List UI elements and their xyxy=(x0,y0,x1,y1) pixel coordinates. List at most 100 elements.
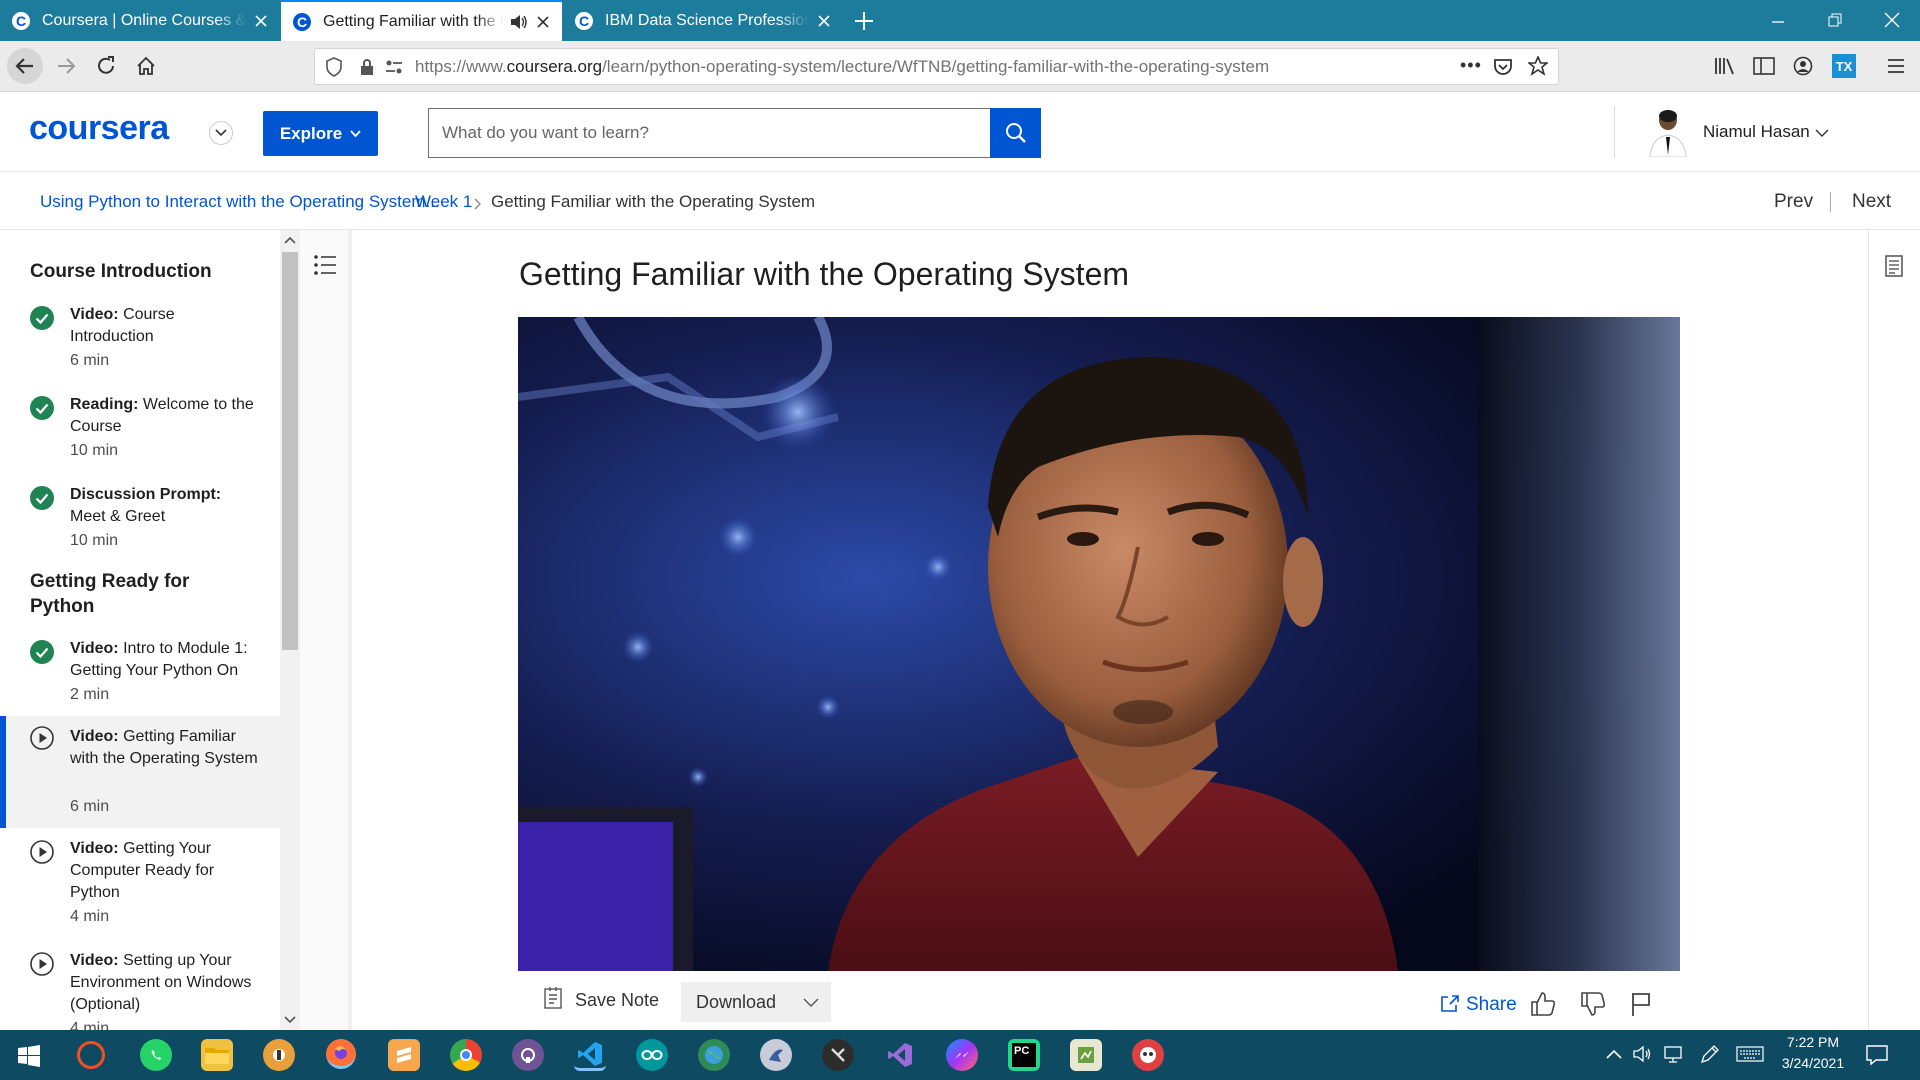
url-domain: coursera.org xyxy=(506,56,603,76)
chevron-down-icon xyxy=(350,129,361,137)
search-button[interactable] xyxy=(990,108,1041,158)
close-tab-icon[interactable] xyxy=(815,12,833,30)
shield-icon[interactable] xyxy=(325,56,349,77)
list-toggle-icon[interactable] xyxy=(313,254,337,276)
content-divider xyxy=(348,230,352,1030)
sidebar-toggle-icon[interactable] xyxy=(1753,56,1775,76)
sidebar-item-computer-ready[interactable]: Video: Getting Your Computer Ready for P… xyxy=(0,838,280,938)
breadcrumb-week-link[interactable]: Week 1 xyxy=(415,192,472,212)
arduino-icon[interactable] xyxy=(636,1039,668,1071)
sidebar-scrollbar-thumb[interactable] xyxy=(282,252,298,650)
new-tab-icon[interactable] xyxy=(852,9,876,33)
app-icon[interactable] xyxy=(822,1039,854,1071)
explore-label: Explore xyxy=(279,123,343,143)
avatar[interactable] xyxy=(1646,107,1690,157)
close-tab-icon[interactable] xyxy=(534,13,552,31)
sidebar-item-intro-module-1[interactable]: Video: Intro to Module 1: Getting Your P… xyxy=(0,638,280,718)
messenger-icon[interactable] xyxy=(946,1039,978,1071)
windows-start-icon[interactable] xyxy=(18,1045,40,1067)
sidebar-item-meet-and-greet[interactable]: Discussion Prompt: Meet & Greet 10 min xyxy=(0,484,280,564)
item-type: Discussion Prompt: xyxy=(70,486,222,503)
hamburger-menu-icon[interactable] xyxy=(1886,56,1906,76)
permissions-icon[interactable] xyxy=(385,59,405,75)
logo-dropdown-chevron-icon[interactable] xyxy=(209,121,233,145)
transcript-icon[interactable] xyxy=(1885,255,1903,277)
item-type: Video: xyxy=(70,952,119,969)
scroll-down-arrow-icon[interactable] xyxy=(284,1016,296,1024)
notifications-icon[interactable] xyxy=(1866,1044,1888,1066)
explore-button[interactable]: Explore xyxy=(263,111,378,156)
prev-link[interactable]: Prev xyxy=(1774,191,1813,213)
download-dropdown[interactable]: Download xyxy=(681,982,831,1022)
network-icon[interactable] xyxy=(1663,1045,1683,1063)
pocket-icon[interactable] xyxy=(1493,57,1513,77)
whatsapp-icon[interactable] xyxy=(140,1039,172,1071)
pen-icon[interactable] xyxy=(1700,1044,1720,1064)
video-player[interactable] xyxy=(518,317,1680,971)
sidebar-item-setup-windows[interactable]: Video: Setting up Your Environment on Wi… xyxy=(0,950,280,1030)
app-icon[interactable] xyxy=(1132,1039,1164,1071)
clock-time[interactable]: 7:22 PM xyxy=(1778,1034,1848,1050)
next-link[interactable]: Next xyxy=(1852,191,1891,213)
bookmark-star-icon[interactable] xyxy=(1528,56,1548,76)
coursera-logo[interactable]: coursera xyxy=(29,109,169,148)
tab-ibm-data-science[interactable]: C IBM Data Science Professional Certific… xyxy=(563,0,843,41)
close-window-icon[interactable] xyxy=(1882,10,1902,30)
prev-next-divider xyxy=(1830,192,1831,212)
search-input[interactable]: What do you want to learn? xyxy=(428,108,992,158)
sidebar-item-getting-familiar[interactable]: Video: Getting Familiar with the Operati… xyxy=(0,716,280,828)
visual-studio-icon[interactable] xyxy=(884,1039,916,1071)
search-taskbar-icon[interactable] xyxy=(77,1041,105,1069)
tab-getting-familiar[interactable]: C Getting Familiar with the Operating Sy… xyxy=(281,0,562,41)
sidebar-item-welcome-reading[interactable]: Reading: Welcome to the Course 10 min xyxy=(0,394,280,474)
item-duration: 4 min xyxy=(70,908,110,925)
user-name[interactable]: Niamul Hasan xyxy=(1703,122,1810,142)
app-icon[interactable] xyxy=(1070,1039,1102,1071)
show-hidden-icons-chevron-icon[interactable] xyxy=(1606,1049,1622,1059)
account-icon[interactable] xyxy=(1793,56,1813,76)
play-circle-icon xyxy=(30,952,54,976)
app-icon[interactable] xyxy=(263,1039,295,1071)
video-toolbar: Save Note Download Share xyxy=(518,975,1680,1030)
url-bar[interactable]: https://www.coursera.org/learn/python-op… xyxy=(314,48,1559,85)
save-note-button[interactable]: Save Note xyxy=(575,990,659,1011)
windows-taskbar: PC 7:22 PM 3/24/2021 xyxy=(0,1030,1920,1080)
section-title-getting-ready: Getting Ready for Python xyxy=(30,571,190,617)
forward-arrow-icon[interactable] xyxy=(48,48,84,84)
restore-icon[interactable] xyxy=(1825,10,1845,30)
lock-icon[interactable] xyxy=(359,58,377,76)
file-explorer-icon[interactable] xyxy=(201,1039,233,1071)
firefox-icon[interactable] xyxy=(326,1039,356,1069)
tab-coursera-home[interactable]: C Coursera | Online Courses & Credential… xyxy=(0,0,280,41)
close-tab-icon[interactable] xyxy=(252,12,270,30)
sidebar-item-course-introduction[interactable]: Video: Course Introduction 6 min xyxy=(0,304,280,384)
chrome-icon[interactable] xyxy=(450,1039,482,1071)
sublime-icon[interactable] xyxy=(388,1039,420,1071)
volume-icon[interactable] xyxy=(1633,1045,1653,1063)
share-button[interactable]: Share xyxy=(1466,994,1517,1016)
back-arrow-icon[interactable] xyxy=(7,48,43,84)
speaker-icon[interactable] xyxy=(510,13,528,31)
clock-date[interactable]: 3/24/2021 xyxy=(1773,1055,1853,1071)
github-desktop-icon[interactable] xyxy=(512,1039,544,1071)
thumbs-down-icon[interactable] xyxy=(1580,991,1606,1017)
thumbs-up-icon[interactable] xyxy=(1530,991,1556,1017)
home-icon[interactable] xyxy=(128,48,164,84)
user-menu-chevron-icon[interactable] xyxy=(1815,129,1829,138)
globe-app-icon[interactable] xyxy=(698,1039,730,1071)
breadcrumb-course-link[interactable]: Using Python to Interact with the Operat… xyxy=(40,192,440,212)
app-icon[interactable] xyxy=(760,1039,792,1071)
page-actions-icon[interactable]: ••• xyxy=(1460,55,1482,76)
minimize-icon[interactable] xyxy=(1768,12,1788,32)
scroll-up-arrow-icon[interactable] xyxy=(284,236,296,244)
reload-icon[interactable] xyxy=(88,48,124,84)
share-icon[interactable] xyxy=(1440,994,1460,1012)
extension-icon[interactable]: TX xyxy=(1832,54,1856,78)
flag-icon[interactable] xyxy=(1630,991,1652,1017)
list-item-label: Video: Getting Your Computer Ready for P… xyxy=(70,838,260,904)
list-item-label: Video: Setting up Your Environment on Wi… xyxy=(70,950,260,1016)
pycharm-icon[interactable]: PC xyxy=(1008,1039,1040,1071)
vscode-icon[interactable] xyxy=(574,1039,606,1071)
keyboard-icon[interactable] xyxy=(1736,1046,1764,1062)
library-icon[interactable] xyxy=(1714,56,1736,76)
